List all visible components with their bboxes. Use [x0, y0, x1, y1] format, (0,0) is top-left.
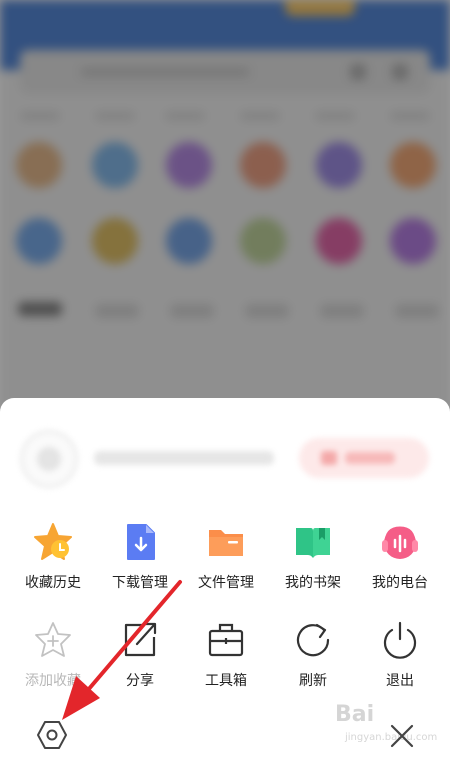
add-favorite-icon	[35, 622, 71, 657]
menu-item-share[interactable]: 分享	[95, 620, 185, 700]
menu-item-bookshelf[interactable]: 我的书架	[268, 522, 358, 602]
share-icon	[124, 622, 157, 657]
menu-item-label: 我的电台	[372, 575, 428, 591]
download-file-icon	[127, 524, 155, 560]
toolbox-icon	[208, 623, 244, 657]
menu-item-label: 分享	[126, 673, 154, 689]
book-icon	[296, 528, 330, 558]
refresh-icon	[296, 623, 330, 657]
menu-item-refresh[interactable]: 刷新	[268, 620, 358, 700]
menu-item-label: 刷新	[299, 673, 327, 689]
menu-item-my-radio[interactable]: 我的电台	[355, 522, 445, 602]
account-row[interactable]	[14, 426, 434, 490]
settings-hexagon-icon[interactable]	[36, 720, 68, 750]
menu-item-label: 我的书架	[285, 575, 341, 591]
menu-item-add-favorite[interactable]: 添加收藏	[8, 620, 98, 700]
menu-item-label: 下载管理	[112, 575, 168, 591]
star-clock-icon	[34, 523, 72, 560]
background-overlay[interactable]	[0, 0, 450, 420]
menu-item-label: 添加收藏	[25, 673, 81, 689]
power-icon	[383, 621, 417, 659]
menu-item-label: 退出	[386, 673, 414, 689]
menu-item-label: 工具箱	[205, 673, 247, 689]
menu-item-toolbox[interactable]: 工具箱	[181, 620, 271, 700]
menu-item-favorites-history[interactable]: 收藏历史	[8, 522, 98, 602]
folder-icon	[209, 530, 243, 556]
menu-item-download-manager[interactable]: 下载管理	[95, 522, 185, 602]
login-button[interactable]	[299, 438, 429, 478]
close-icon[interactable]	[388, 722, 416, 750]
menu-item-label: 收藏历史	[25, 575, 81, 591]
headphones-icon	[382, 526, 418, 559]
menu-item-exit[interactable]: 退出	[355, 620, 445, 700]
menu-item-label: 文件管理	[198, 575, 254, 591]
avatar[interactable]	[20, 430, 78, 488]
menu-item-file-manager[interactable]: 文件管理	[181, 522, 271, 602]
